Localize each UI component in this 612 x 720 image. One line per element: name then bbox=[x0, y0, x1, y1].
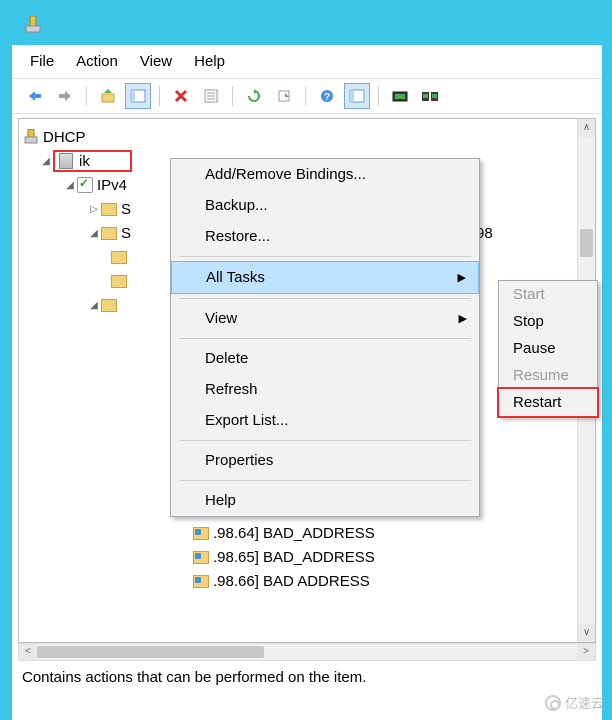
view-button[interactable] bbox=[344, 83, 370, 109]
menu-properties[interactable]: Properties bbox=[171, 445, 479, 476]
toolbar: ? bbox=[12, 78, 602, 114]
all-tasks-submenu: Start Stop Pause Resume Restart bbox=[498, 280, 598, 417]
submenu-pause[interactable]: Pause bbox=[499, 335, 597, 362]
folder-icon bbox=[111, 275, 127, 288]
separator bbox=[86, 86, 87, 106]
menu-export-list[interactable]: Export List... bbox=[171, 405, 479, 436]
watermark: 亿速云 bbox=[545, 693, 604, 712]
submenu-restart[interactable]: Restart bbox=[499, 389, 597, 416]
expander-icon[interactable]: ▷ bbox=[87, 204, 101, 215]
menu-view[interactable]: View▶ bbox=[171, 303, 479, 334]
back-button[interactable] bbox=[22, 83, 48, 109]
delete-button[interactable] bbox=[168, 83, 194, 109]
submenu-arrow-icon: ▶ bbox=[459, 312, 467, 325]
watermark-icon bbox=[545, 695, 561, 711]
menu-help[interactable]: Help bbox=[194, 53, 225, 70]
menubar: File Action View Help bbox=[12, 45, 602, 78]
submenu-stop[interactable]: Stop bbox=[499, 308, 597, 335]
export-button[interactable] bbox=[271, 83, 297, 109]
tree-root[interactable]: DHCP bbox=[43, 129, 86, 146]
scroll-thumb[interactable] bbox=[37, 646, 264, 658]
scroll-down-icon[interactable]: ∨ bbox=[578, 624, 595, 642]
submenu-start: Start bbox=[499, 281, 597, 308]
expander-icon[interactable]: ◢ bbox=[39, 156, 53, 167]
server-icon-2[interactable] bbox=[417, 83, 443, 109]
show-hide-tree-button[interactable] bbox=[125, 83, 151, 109]
menu-delete[interactable]: Delete bbox=[171, 343, 479, 374]
menu-all-tasks[interactable]: All Tasks▶ bbox=[171, 261, 479, 294]
expander-icon[interactable]: ◢ bbox=[87, 300, 101, 311]
menu-divider bbox=[179, 480, 471, 481]
folder-icon bbox=[101, 227, 117, 240]
separator bbox=[159, 86, 160, 106]
folder-icon bbox=[111, 251, 127, 264]
svg-text:?: ? bbox=[324, 92, 330, 103]
separator bbox=[305, 86, 306, 106]
address-icon bbox=[193, 575, 209, 588]
scroll-up-icon[interactable]: ∧ bbox=[578, 119, 595, 137]
address-icon bbox=[193, 551, 209, 564]
menu-view[interactable]: View bbox=[140, 53, 172, 70]
expander-icon[interactable]: ◢ bbox=[87, 228, 101, 239]
expander-icon[interactable]: ◢ bbox=[63, 180, 77, 191]
menu-divider bbox=[179, 440, 471, 441]
menu-restore[interactable]: Restore... bbox=[171, 221, 479, 252]
ipv4-icon bbox=[77, 177, 93, 193]
menu-action[interactable]: Action bbox=[76, 53, 118, 70]
menu-refresh[interactable]: Refresh bbox=[171, 374, 479, 405]
menu-file[interactable]: File bbox=[30, 53, 54, 70]
menu-divider bbox=[179, 338, 471, 339]
separator bbox=[232, 86, 233, 106]
menu-add-remove-bindings[interactable]: Add/Remove Bindings... bbox=[171, 159, 479, 190]
forward-button[interactable] bbox=[52, 83, 78, 109]
status-bar: Contains actions that can be performed o… bbox=[12, 661, 602, 694]
folder-icon bbox=[101, 299, 117, 312]
submenu-arrow-icon: ▶ bbox=[458, 271, 466, 284]
address-icon bbox=[193, 527, 209, 540]
properties-button[interactable] bbox=[198, 83, 224, 109]
dhcp-icon bbox=[23, 129, 39, 145]
help-button[interactable]: ? bbox=[314, 83, 340, 109]
list-item[interactable]: .98.65] BAD_ADDRESS bbox=[213, 549, 375, 566]
scope-node[interactable]: S bbox=[121, 225, 131, 242]
up-button[interactable] bbox=[95, 83, 121, 109]
menu-help[interactable]: Help bbox=[171, 485, 479, 516]
server-icon bbox=[59, 153, 73, 169]
ipv4-node[interactable]: IPv4 bbox=[97, 177, 127, 194]
scroll-left-icon[interactable]: < bbox=[19, 644, 37, 660]
menu-divider bbox=[179, 298, 471, 299]
menu-divider bbox=[179, 256, 471, 257]
folder-icon bbox=[101, 203, 117, 216]
menu-backup[interactable]: Backup... bbox=[171, 190, 479, 221]
scope-node[interactable]: S bbox=[121, 201, 131, 218]
separator bbox=[378, 86, 379, 106]
refresh-button[interactable] bbox=[241, 83, 267, 109]
list-item[interactable]: .98.66] BAD ADDRESS bbox=[213, 573, 370, 590]
horizontal-scrollbar[interactable]: < > bbox=[18, 643, 596, 661]
context-menu: Add/Remove Bindings... Backup... Restore… bbox=[170, 158, 480, 517]
list-item[interactable]: .98.64] BAD_ADDRESS bbox=[213, 525, 375, 542]
server-label: ik bbox=[79, 153, 90, 170]
server-icon-1[interactable] bbox=[387, 83, 413, 109]
scroll-right-icon[interactable]: > bbox=[577, 644, 595, 660]
scroll-thumb[interactable] bbox=[580, 229, 593, 257]
app-icon bbox=[24, 16, 42, 34]
submenu-resume: Resume bbox=[499, 362, 597, 389]
server-node[interactable]: ik bbox=[53, 150, 132, 172]
